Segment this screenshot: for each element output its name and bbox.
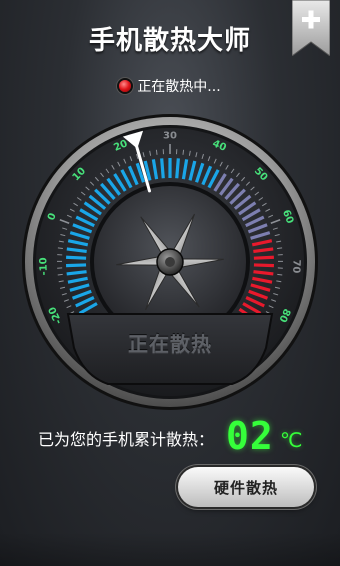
add-bookmark-button[interactable]	[291, 0, 331, 57]
gauge-minor-tick	[57, 247, 63, 249]
bottom-bar	[0, 532, 340, 566]
gauge-scale-tick	[175, 158, 180, 179]
gauge-center-label: 正在散热	[128, 332, 212, 356]
status-indicator-icon	[119, 80, 132, 92]
total-cooled-unit: ℃	[280, 428, 303, 452]
gauge-tick-label: -10	[38, 257, 50, 275]
gauge-scale-tick	[253, 270, 274, 276]
total-cooled-row: 已为您的手机累计散热： 02 ℃	[0, 414, 340, 458]
status-text: 正在散热中...	[137, 79, 221, 95]
gauge-tick-label: 30	[163, 131, 177, 142]
gauge-minor-tick	[155, 149, 158, 155]
gauge-scale-tick	[66, 270, 87, 276]
status-row: 正在散热中...	[0, 76, 340, 96]
total-cooled-value: 02	[226, 414, 274, 458]
gauge-scale-tick	[66, 263, 87, 268]
gauge-scale-tick	[160, 158, 165, 179]
gauge-scale-tick	[253, 263, 274, 268]
hardware-cooling-button[interactable]: 硬件散热	[178, 467, 314, 507]
gauge-minor-tick	[182, 149, 185, 155]
gauge-minor-tick	[57, 273, 63, 276]
total-cooled-label: 已为您的手机累计散热：	[38, 430, 215, 449]
gauge-scale-tick	[253, 255, 274, 260]
gauge-tick-label: 70	[290, 259, 301, 273]
gauge-minor-tick	[277, 247, 283, 249]
app-title: 手机散热大师	[88, 26, 251, 56]
gauge-dial: -20-1001020304050607080	[22, 114, 318, 410]
gauge-minor-tick	[277, 273, 283, 276]
cooling-gauge: -20 -10 0 10 20 30 40 50 60 70 80 正在散热	[20, 112, 320, 412]
gauge-scale-tick	[66, 255, 87, 260]
